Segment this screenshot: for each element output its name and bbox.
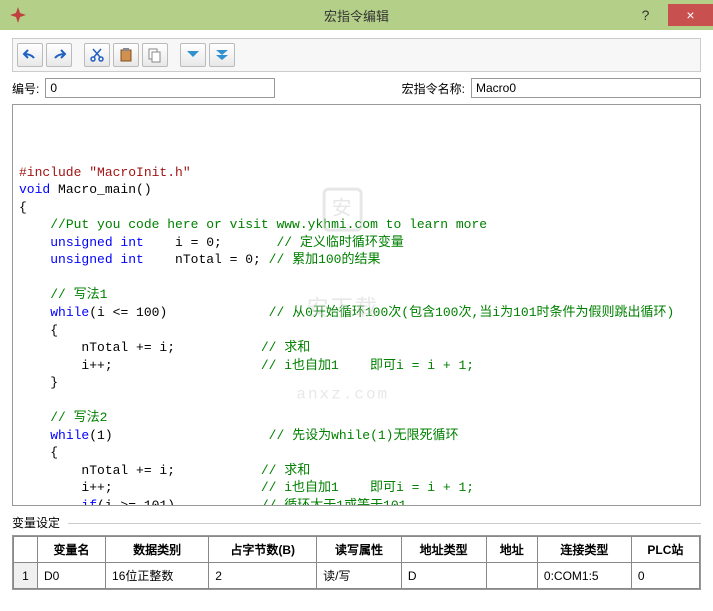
column-header[interactable]: 占字节数(B) (209, 537, 317, 563)
table-cell[interactable]: 0:COM1:5 (537, 563, 631, 589)
column-header[interactable]: 变量名 (38, 537, 106, 563)
code-line: unsigned int nTotal = 0; // 累加100的结果 (19, 251, 694, 269)
code-line: { (19, 444, 694, 462)
column-header[interactable]: 连接类型 (537, 537, 631, 563)
code-line: unsigned int i = 0; // 定义临时循环变量 (19, 234, 694, 252)
table-cell[interactable]: D0 (38, 563, 106, 589)
table-cell[interactable]: 16位正整数 (106, 563, 209, 589)
code-line (19, 392, 694, 410)
code-line: // 写法2 (19, 409, 694, 427)
help-button[interactable]: ? (623, 4, 668, 26)
fields-row: 编号: 宏指令名称: (12, 78, 701, 98)
collapse-button[interactable] (209, 43, 235, 67)
code-line: i++; // i也自加1 即可i = i + 1; (19, 479, 694, 497)
code-line: i++; // i也自加1 即可i = i + 1; (19, 357, 694, 375)
code-line: { (19, 322, 694, 340)
code-line: #include "MacroInit.h" (19, 164, 694, 182)
code-line: nTotal += i; // 求和 (19, 339, 694, 357)
row-index: 1 (14, 563, 38, 589)
column-header[interactable]: PLC站 (631, 537, 699, 563)
cut-button[interactable] (84, 43, 110, 67)
column-header[interactable]: 地址 (486, 537, 537, 563)
column-header[interactable]: 数据类别 (106, 537, 209, 563)
variables-section-label: 变量设定 (12, 514, 701, 531)
table-cell[interactable]: 读/写 (317, 563, 402, 589)
table-cell[interactable] (486, 563, 537, 589)
table-row[interactable]: 1D016位正整数2读/写D 0:COM1:50 (14, 563, 700, 589)
code-line: // 写法1 (19, 286, 694, 304)
window-title: 宏指令编辑 (324, 6, 389, 25)
code-line: if(i >= 101) // 循环大于1或等于101 (19, 497, 694, 506)
column-header[interactable]: 读写属性 (317, 537, 402, 563)
expand-button[interactable] (180, 43, 206, 67)
code-line: while(i <= 100) // 从0开始循环100次(包含100次,当i为… (19, 304, 694, 322)
table-cell[interactable]: 0 (631, 563, 699, 589)
code-line: //Put you code here or visit www.ykhmi.c… (19, 216, 694, 234)
name-input[interactable] (471, 78, 701, 98)
variables-table: 变量名数据类别占字节数(B)读写属性地址类型地址连接类型PLC站 1D016位正… (13, 536, 700, 589)
code-line: while(1) // 先设为while(1)无限死循环 (19, 427, 694, 445)
table-cell[interactable]: 2 (209, 563, 317, 589)
copy-button[interactable] (142, 43, 168, 67)
app-icon (8, 5, 28, 25)
table-cell[interactable]: D (401, 563, 486, 589)
code-line: void Macro_main() (19, 181, 694, 199)
code-line: } (19, 374, 694, 392)
paste-button[interactable] (113, 43, 139, 67)
number-label: 编号: (12, 80, 39, 97)
toolbar-panel (12, 38, 701, 72)
code-line: { (19, 199, 694, 217)
code-line: nTotal += i; // 求和 (19, 462, 694, 480)
column-header[interactable]: 地址类型 (401, 537, 486, 563)
titlebar: 宏指令编辑 ? × (0, 0, 713, 30)
code-line (19, 269, 694, 287)
redo-button[interactable] (46, 43, 72, 67)
undo-button[interactable] (17, 43, 43, 67)
number-input[interactable] (45, 78, 275, 98)
close-button[interactable]: × (668, 4, 713, 26)
code-editor[interactable]: 安 安下载 anxz.com #include "MacroInit.h"voi… (12, 104, 701, 506)
variables-table-wrap: 变量名数据类别占字节数(B)读写属性地址类型地址连接类型PLC站 1D016位正… (12, 535, 701, 590)
name-label: 宏指令名称: (402, 80, 465, 97)
